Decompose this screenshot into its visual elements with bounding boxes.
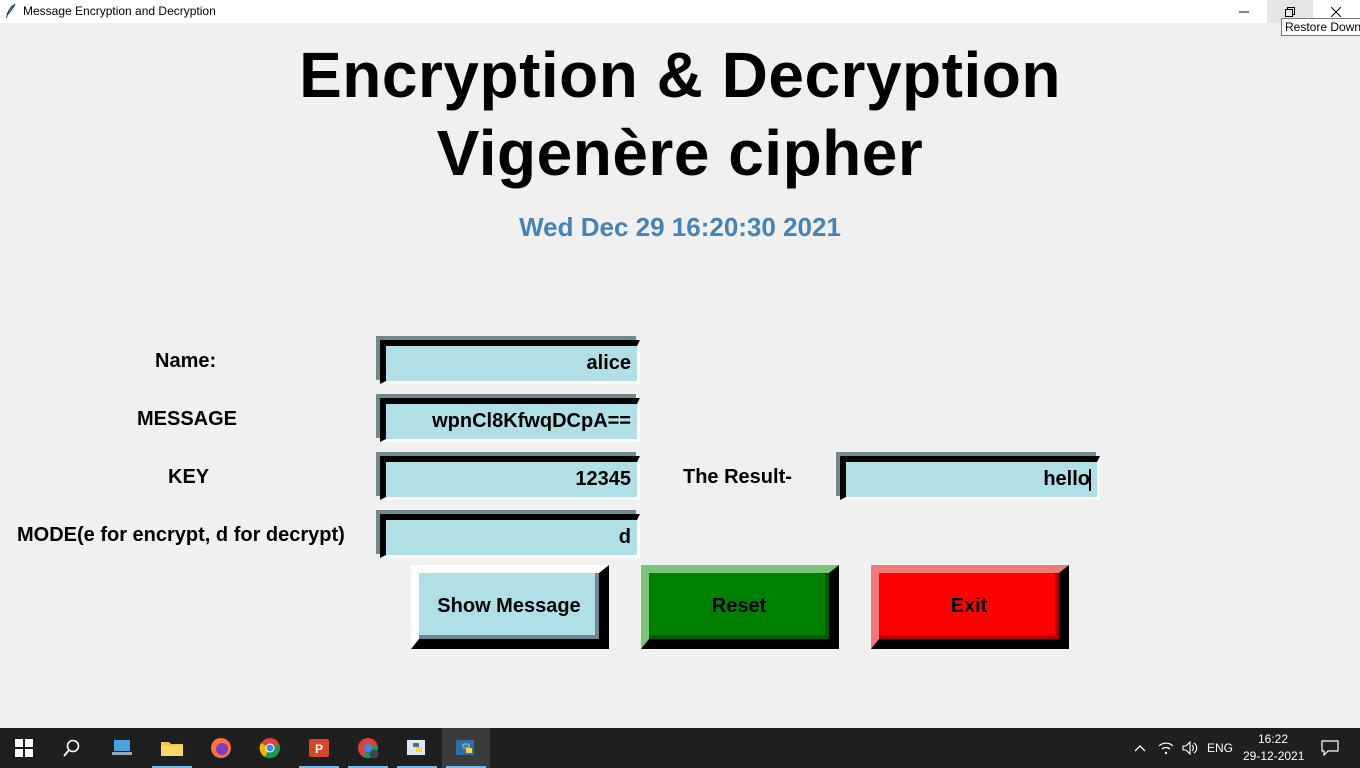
start-button[interactable] <box>0 728 48 768</box>
taskbar-app-chrome-profile[interactable] <box>344 728 392 768</box>
reset-button[interactable]: Reset <box>641 565 839 649</box>
restore-down-tooltip: Restore Down <box>1281 18 1360 36</box>
page-title-line1: Encryption & Decryption <box>299 39 1061 111</box>
mode-input[interactable]: d <box>380 514 640 558</box>
text-caret <box>1089 468 1091 491</box>
restore-icon <box>1285 6 1295 17</box>
taskbar-app-python-tk[interactable] <box>442 728 490 768</box>
close-icon <box>1331 6 1341 17</box>
python-tk-icon <box>456 740 474 755</box>
taskbar-app-python-idle[interactable] <box>393 728 441 768</box>
datetime-label: Wed Dec 29 16:20:30 2021 <box>519 212 841 242</box>
result-input[interactable]: hello <box>840 456 1100 500</box>
clock-time[interactable]: 16:22 <box>1258 732 1288 746</box>
folder-icon <box>161 742 183 756</box>
input-language[interactable]: ENG <box>1207 741 1233 755</box>
taskbar-app-chrome[interactable] <box>246 728 294 768</box>
show-hidden-icons-button[interactable] <box>1130 728 1150 768</box>
speaker-icon <box>1182 741 1198 755</box>
svg-text:P: P <box>315 742 323 756</box>
page-title-line2: Vigenère cipher <box>436 117 924 189</box>
mode-label: MODE(e for encrypt, d for decrypt) <box>17 524 345 546</box>
chrome-profile-icon <box>358 738 379 759</box>
network-button[interactable] <box>1155 728 1177 768</box>
reset-label: Reset <box>711 594 767 617</box>
laptop-icon <box>112 740 132 755</box>
message-input-value: wpnCl8KfwqDCpA== <box>432 410 631 432</box>
search-icon <box>63 739 80 757</box>
taskbar-app-explorer-laptop[interactable] <box>98 728 146 768</box>
notification-icon <box>1321 740 1339 756</box>
exit-label: Exit <box>950 594 988 617</box>
app-window: Message Encryption and Decryption Restor… <box>0 0 1360 728</box>
title-bar[interactable]: Message Encryption and Decryption <box>0 0 1360 23</box>
taskbar-app-file-explorer[interactable] <box>148 728 196 768</box>
name-input[interactable]: alice <box>380 340 640 384</box>
chevron-up-icon <box>1134 745 1146 752</box>
search-button[interactable] <box>48 728 96 768</box>
name-label: Name: <box>155 350 217 372</box>
taskbar: P ENG 16:22 29-12-2021 <box>0 728 1360 768</box>
wifi-icon <box>1158 742 1174 755</box>
name-input-value: alice <box>586 352 631 374</box>
feather-icon <box>4 3 18 19</box>
result-label: The Result- <box>683 466 792 488</box>
firefox-icon <box>211 738 231 758</box>
result-input-value: hello <box>1043 468 1090 490</box>
window-title: Message Encryption and Decryption <box>23 4 216 18</box>
python-idle-icon <box>407 740 425 755</box>
show-message-label: Show Message <box>437 594 581 617</box>
show-message-button[interactable]: Show Message <box>411 565 609 649</box>
minimize-icon <box>1239 11 1249 12</box>
action-center-button[interactable] <box>1310 728 1350 768</box>
message-input[interactable]: wpnCl8KfwqDCpA== <box>380 398 640 442</box>
exit-button[interactable]: Exit <box>871 565 1069 649</box>
start-icon <box>15 739 33 757</box>
taskbar-app-powerpoint[interactable]: P <box>295 728 343 768</box>
key-label: KEY <box>168 466 210 488</box>
clock-date[interactable]: 29-12-2021 <box>1243 749 1304 763</box>
mode-input-value: d <box>618 526 631 548</box>
powerpoint-icon: P <box>309 739 329 757</box>
key-input-value: 12345 <box>575 468 631 490</box>
taskbar-app-firefox[interactable] <box>197 728 245 768</box>
key-input[interactable]: 12345 <box>380 456 640 500</box>
message-label: MESSAGE <box>137 408 238 430</box>
chrome-icon <box>259 738 280 759</box>
volume-button[interactable] <box>1179 728 1201 768</box>
minimize-button[interactable] <box>1221 0 1267 23</box>
